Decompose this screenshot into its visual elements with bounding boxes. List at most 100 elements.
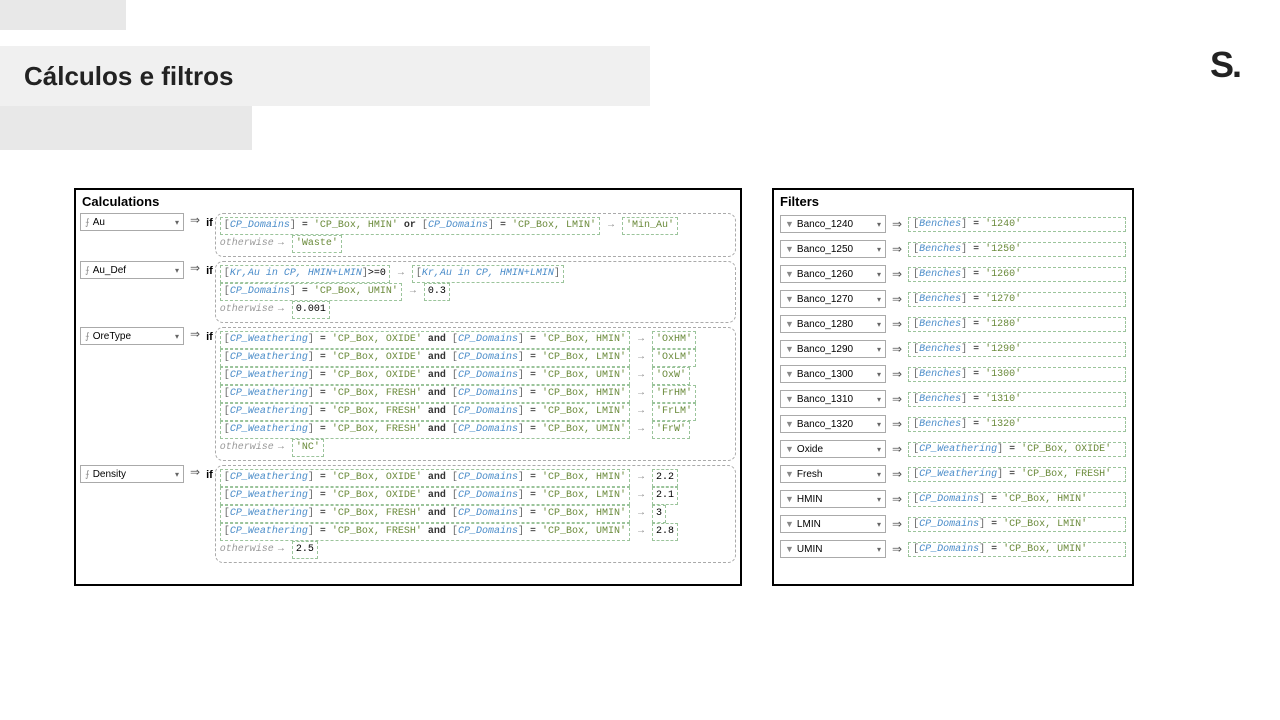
calculations-panel: Calculations ⨍Au▾⇒if[CP_Domains] = 'CP_B…	[74, 188, 742, 586]
filter-condition[interactable]: [Benches] = '1260'	[908, 267, 1126, 282]
rule-line: [CP_Weathering] = 'CP_Box, FRESH' and [C…	[220, 403, 731, 421]
arrow-icon: →	[638, 422, 644, 438]
rules-block: [Kr,Au in CP, HMIN+LMIN]>=0 →[Kr,Au in CP…	[215, 261, 736, 323]
calc-name-select[interactable]: ⨍Au_Def▾	[80, 261, 184, 279]
arrow-icon: ⇒	[892, 467, 902, 481]
result-value[interactable]: 0.001	[292, 301, 330, 319]
condition[interactable]: [Kr,Au in CP, HMIN+LMIN]>=0	[220, 265, 390, 283]
filter-name-select[interactable]: ▼Banco_1240▾	[780, 215, 886, 233]
result-value[interactable]: 'FrHM'	[652, 385, 696, 403]
condition[interactable]: [CP_Weathering] = 'CP_Box, FRESH' and [C…	[220, 523, 630, 541]
result-value[interactable]: 'OxW'	[652, 367, 690, 385]
result-value[interactable]: 'OxLM'	[652, 349, 696, 367]
arrow-icon: →	[638, 506, 644, 522]
calc-name-label: Au	[93, 217, 105, 228]
condition[interactable]: [CP_Domains] = 'CP_Box, UMIN'	[220, 283, 402, 301]
condition[interactable]: [CP_Domains] = 'CP_Box, HMIN' or [CP_Dom…	[220, 217, 600, 235]
arrow-icon: ⇒	[892, 392, 902, 406]
chevron-down-icon: ▾	[877, 345, 881, 354]
condition[interactable]: [CP_Weathering] = 'CP_Box, FRESH' and [C…	[220, 403, 630, 421]
calc-name-select[interactable]: ⨍Au▾	[80, 213, 184, 231]
condition[interactable]: [CP_Weathering] = 'CP_Box, FRESH' and [C…	[220, 505, 630, 523]
filter-condition[interactable]: [Benches] = '1310'	[908, 392, 1126, 407]
result-value[interactable]: 'OxHM'	[652, 331, 696, 349]
filter-condition[interactable]: [CP_Weathering] = 'CP_Box, FRESH'	[908, 467, 1126, 482]
filter-condition[interactable]: [Benches] = '1290'	[908, 342, 1126, 357]
arrow-icon: →	[410, 284, 416, 300]
filter-condition[interactable]: [Benches] = '1270'	[908, 292, 1126, 307]
rules-block: [CP_Domains] = 'CP_Box, HMIN' or [CP_Dom…	[215, 213, 736, 257]
chevron-down-icon: ▾	[877, 295, 881, 304]
arrow-icon: ⇒	[892, 442, 902, 456]
condition[interactable]: [CP_Weathering] = 'CP_Box, FRESH' and [C…	[220, 385, 630, 403]
result-value[interactable]: 'FrW'	[652, 421, 690, 439]
filter-condition[interactable]: [Benches] = '1280'	[908, 317, 1126, 332]
filter-name-select[interactable]: ▼Banco_1270▾	[780, 290, 886, 308]
result-value[interactable]: 2.8	[652, 523, 678, 541]
filter-name-select[interactable]: ▼Banco_1310▾	[780, 390, 886, 408]
condition[interactable]: [CP_Weathering] = 'CP_Box, OXIDE' and [C…	[220, 469, 630, 487]
rule-line: [CP_Domains] = 'CP_Box, UMIN' → 0.3	[220, 283, 731, 301]
arrow-icon: →	[608, 218, 614, 234]
result-value[interactable]: 2.5	[292, 541, 318, 559]
filter-row: ▼Banco_1300▾⇒[Benches] = '1300'	[774, 363, 1132, 385]
chevron-down-icon: ▾	[175, 470, 179, 479]
condition[interactable]: [CP_Weathering] = 'CP_Box, OXIDE' and [C…	[220, 331, 630, 349]
condition[interactable]: [CP_Weathering] = 'CP_Box, FRESH' and [C…	[220, 421, 630, 439]
filter-condition[interactable]: [CP_Domains] = 'CP_Box, UMIN'	[908, 542, 1126, 557]
result-value[interactable]: 'NC'	[292, 439, 324, 457]
rule-line: [CP_Weathering] = 'CP_Box, OXIDE' and [C…	[220, 367, 731, 385]
filter-condition[interactable]: [Benches] = '1300'	[908, 367, 1126, 382]
condition[interactable]: [CP_Weathering] = 'CP_Box, OXIDE' and [C…	[220, 367, 630, 385]
filter-name-select[interactable]: ▼Banco_1320▾	[780, 415, 886, 433]
filter-name-select[interactable]: ▼Oxide▾	[780, 440, 886, 458]
if-label: if	[206, 217, 213, 229]
filter-name-select[interactable]: ▼Banco_1280▾	[780, 315, 886, 333]
otherwise-label: otherwise	[220, 236, 274, 252]
filter-condition[interactable]: [Benches] = '1320'	[908, 417, 1126, 432]
filter-name-select[interactable]: ▼Fresh▾	[780, 465, 886, 483]
result-value[interactable]: 0.3	[424, 283, 450, 301]
chevron-down-icon: ▾	[877, 520, 881, 529]
filter-row: ▼Banco_1270▾⇒[Benches] = '1270'	[774, 288, 1132, 310]
filter-name-select[interactable]: ▼UMIN▾	[780, 540, 886, 558]
arrow-icon: →	[638, 386, 644, 402]
arrow-icon: ⇒	[892, 242, 902, 256]
arrow-icon: ⇒	[190, 213, 200, 227]
filter-name-label: Banco_1270	[797, 294, 853, 305]
condition[interactable]: [CP_Weathering] = 'CP_Box, OXIDE' and [C…	[220, 349, 630, 367]
filter-row: ▼HMIN▾⇒[CP_Domains] = 'CP_Box, HMIN'	[774, 488, 1132, 510]
arrow-icon: ⇒	[892, 217, 902, 231]
filter-name-label: Fresh	[797, 469, 823, 480]
filter-row: ▼Banco_1320▾⇒[Benches] = '1320'	[774, 413, 1132, 435]
filter-condition[interactable]: [Benches] = '1250'	[908, 242, 1126, 257]
result-value[interactable]: 2.1	[652, 487, 678, 505]
calc-name-select[interactable]: ⨍OreType▾	[80, 327, 184, 345]
filter-name-select[interactable]: ▼Banco_1250▾	[780, 240, 886, 258]
calc-name-select[interactable]: ⨍Density▾	[80, 465, 184, 483]
filter-condition[interactable]: [CP_Weathering] = 'CP_Box, OXIDE'	[908, 442, 1126, 457]
result-value[interactable]: 'Waste'	[292, 235, 342, 253]
arrow-icon: →	[278, 542, 284, 558]
filter-name-select[interactable]: ▼HMIN▾	[780, 490, 886, 508]
filter-name-label: LMIN	[797, 519, 821, 530]
condition[interactable]: [CP_Weathering] = 'CP_Box, OXIDE' and [C…	[220, 487, 630, 505]
filter-condition[interactable]: [Benches] = '1240'	[908, 217, 1126, 232]
arrow-icon: ⇒	[892, 317, 902, 331]
filter-condition[interactable]: [CP_Domains] = 'CP_Box, HMIN'	[908, 492, 1126, 507]
filter-name-select[interactable]: ▼Banco_1260▾	[780, 265, 886, 283]
rules-block: [CP_Weathering] = 'CP_Box, OXIDE' and [C…	[215, 327, 736, 461]
arrow-icon: ⇒	[892, 292, 902, 306]
filter-name-select[interactable]: ▼LMIN▾	[780, 515, 886, 533]
rule-line: [CP_Weathering] = 'CP_Box, FRESH' and [C…	[220, 523, 731, 541]
filter-name-select[interactable]: ▼Banco_1300▾	[780, 365, 886, 383]
result-value[interactable]: 'Min_Au'	[622, 217, 678, 235]
arrow-icon: →	[638, 488, 644, 504]
arrow-icon: ⇒	[190, 261, 200, 275]
result-value[interactable]: 3	[652, 505, 666, 523]
result-value[interactable]: [Kr,Au in CP, HMIN+LMIN]	[412, 265, 564, 283]
result-value[interactable]: 'FrLM'	[652, 403, 696, 421]
result-value[interactable]: 2.2	[652, 469, 678, 487]
filter-condition[interactable]: [CP_Domains] = 'CP_Box, LMIN'	[908, 517, 1126, 532]
filter-name-select[interactable]: ▼Banco_1290▾	[780, 340, 886, 358]
